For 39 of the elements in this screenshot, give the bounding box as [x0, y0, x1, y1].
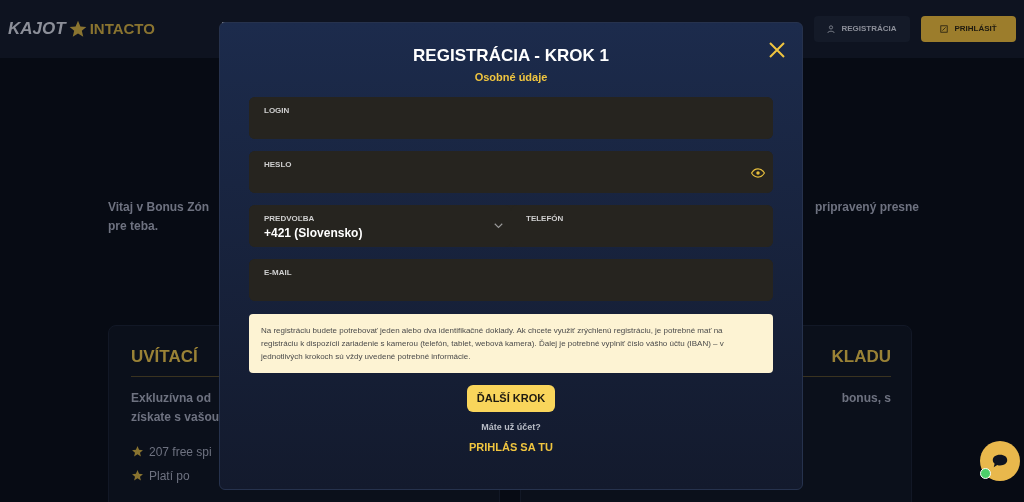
user-icon [827, 25, 836, 33]
star-icon [67, 19, 88, 39]
bullet-text: 207 free spi [149, 443, 212, 461]
login-link[interactable]: PRIHLÁS SA TU [469, 438, 553, 455]
intro-text: pre teba. [108, 218, 159, 235]
card-heading: KLADU [831, 346, 891, 368]
eye-icon[interactable] [751, 168, 765, 178]
input-field[interactable]: LOGIN [249, 97, 773, 139]
card-text: získate s vašou [131, 408, 221, 426]
card-text: Exkluzívna od [131, 389, 213, 407]
input-field[interactable]: E-MAIL [249, 259, 773, 301]
edit-icon [940, 25, 949, 33]
intro-text: pripravený presne [814, 199, 919, 216]
next-step-button[interactable]: ĎALŠÍ KROK [466, 385, 556, 412]
field-label: HESLO [264, 161, 292, 169]
chat-icon [991, 452, 1009, 470]
star-icon [131, 469, 144, 482]
intro-text: Vitaj v Bonus Zón [108, 199, 210, 216]
field-label: TELEFÓN [526, 215, 564, 223]
logo[interactable]: KAJOT INTACTO [8, 16, 208, 42]
close-icon [768, 41, 786, 59]
account-question: Máte už účet? [481, 421, 541, 434]
register-button[interactable]: REGISTRÁCIA [814, 16, 910, 42]
close-button[interactable] [768, 41, 786, 59]
login-button[interactable]: PRIHLÁSIŤ [921, 16, 1016, 42]
field-label: LOGIN [264, 107, 290, 115]
card-text: bonus, s [841, 389, 891, 407]
field-label: E-MAIL [264, 269, 292, 277]
bullet-text: Platí po [149, 467, 190, 485]
card-heading: UVÍTACÍ [131, 346, 198, 368]
chevron-down-icon [494, 223, 503, 229]
dialog-subtitle: Osobné údaje [474, 72, 548, 83]
registration-notice: Na registráciu budete potrebovať jeden alebo dva identifikačné doklady. Ak chcete využiť zrýchlenú registráciu, je potrebné mať na registráciu k dispozícii zariadenie s kamerou (telefón, tablet, webová kamera). Ďalej je potrebné vyplniť číslo vášho účtu (IBAN) – v jednotlivých krokoch sú vždy uvedené potrebné informácie. [249, 314, 773, 373]
chat-button[interactable] [980, 441, 1020, 481]
star-icon [131, 445, 144, 458]
dialog-title: REGISTRÁCIA - KROK 1 [413, 47, 609, 64]
select-value: +421 (Slovensko) [264, 226, 363, 241]
field-label: PREDVOĽBA [264, 215, 316, 223]
password-field[interactable]: HESLO [249, 151, 773, 193]
